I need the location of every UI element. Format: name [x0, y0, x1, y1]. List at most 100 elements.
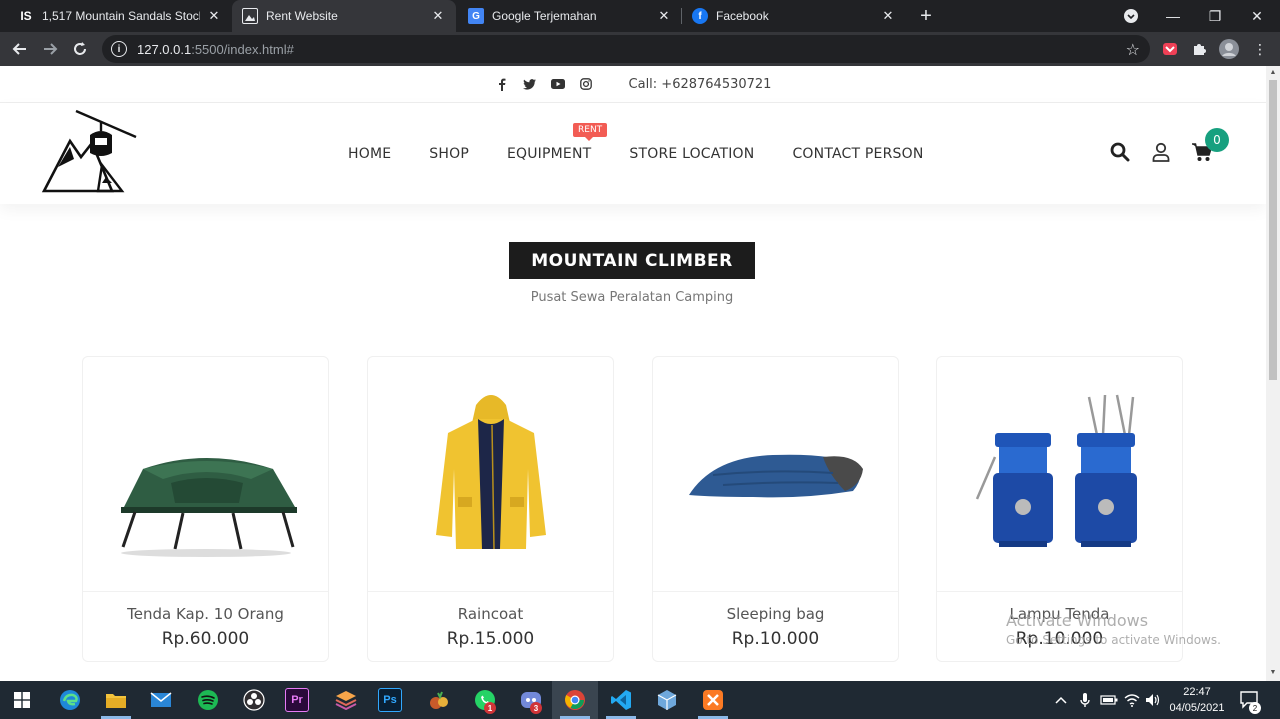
- page-scrollbar[interactable]: ▲ ▼: [1266, 66, 1280, 681]
- activate-windows-watermark: Activate Windows Go to Settings to activ…: [1006, 611, 1221, 647]
- obs-icon[interactable]: [239, 685, 269, 715]
- tab-title: Facebook: [716, 9, 769, 23]
- mail-icon[interactable]: [146, 685, 176, 715]
- chrome-icon[interactable]: [560, 685, 590, 715]
- site-header: HOME SHOP EQUIPMENT STORE LOCATION CONTA…: [0, 103, 1266, 204]
- product-card[interactable]: Tenda Kap. 10 Orang Rp.60.000: [82, 356, 329, 662]
- nav-home[interactable]: HOME: [348, 146, 391, 162]
- product-name[interactable]: Tenda Kap. 10 Orang: [83, 605, 328, 623]
- minimize-button[interactable]: —: [1152, 0, 1194, 32]
- whatsapp-icon[interactable]: 1: [470, 685, 500, 715]
- product-image[interactable]: [937, 357, 1182, 592]
- close-window-button[interactable]: ✕: [1236, 0, 1278, 32]
- scrollbar-thumb[interactable]: [1269, 80, 1277, 380]
- product-price: Rp.60.000: [161, 629, 250, 649]
- discord-badge: 3: [530, 702, 542, 714]
- browser-tab-strip: IS 1,517 Mountain Sandals Stock Ph ✕ Ren…: [0, 0, 1280, 32]
- mountain-cable-car-logo[interactable]: [40, 107, 140, 193]
- close-tab-icon[interactable]: ✕: [880, 8, 896, 24]
- search-icon[interactable]: [1109, 141, 1131, 163]
- system-clock[interactable]: 22:47 04/05/2021: [1162, 684, 1232, 716]
- discord-icon[interactable]: 3: [516, 685, 546, 715]
- tab-title: 1,517 Mountain Sandals Stock Ph: [42, 9, 200, 23]
- restore-button[interactable]: ❐: [1194, 0, 1236, 32]
- pocket-extension-icon[interactable]: [1160, 39, 1180, 59]
- tab-google-translate[interactable]: G Google Terjemahan ✕: [458, 0, 682, 32]
- call-number: Call: +628764530721: [628, 76, 772, 92]
- product-card[interactable]: Sleeping bag Rp.10.000: [652, 356, 899, 662]
- twitter-icon[interactable]: [523, 77, 537, 91]
- back-button[interactable]: [8, 37, 32, 61]
- image-favicon-icon: [242, 8, 258, 24]
- facebook-icon[interactable]: [495, 77, 509, 91]
- windows-start-icon[interactable]: [7, 685, 37, 715]
- instagram-icon[interactable]: [579, 77, 593, 91]
- forward-button[interactable]: [38, 37, 62, 61]
- top-info-bar: Call: +628764530721: [0, 66, 1266, 103]
- volume-icon[interactable]: [1145, 681, 1161, 719]
- profile-avatar-icon[interactable]: [1219, 39, 1239, 59]
- web-page: Call: +628764530721 HOME SHOP EQUIPMENT …: [0, 66, 1266, 681]
- tent-lamp-image: [975, 394, 1137, 547]
- premiere-pro-icon[interactable]: Pr: [285, 688, 309, 712]
- edge-icon[interactable]: [55, 685, 85, 715]
- notification-count: 2: [1249, 702, 1261, 714]
- tab-search-button[interactable]: [1110, 0, 1152, 32]
- sleeping-bag-image: [689, 454, 863, 498]
- tab-title: Rent Website: [266, 9, 338, 23]
- product-name[interactable]: Sleeping bag: [653, 605, 898, 623]
- product-image[interactable]: [83, 357, 328, 592]
- xampp-icon[interactable]: [698, 685, 728, 715]
- microphone-icon[interactable]: [1080, 681, 1090, 719]
- virtualbox-icon[interactable]: [652, 685, 682, 715]
- notification-center-icon[interactable]: 2: [1240, 681, 1261, 719]
- nav-contact-person[interactable]: CONTACT PERSON: [792, 146, 923, 162]
- bookmark-star-icon[interactable]: ☆: [1126, 40, 1140, 60]
- battery-icon[interactable]: [1100, 681, 1118, 719]
- product-image[interactable]: [653, 357, 898, 592]
- social-links: [495, 77, 593, 91]
- close-tab-icon[interactable]: ✕: [430, 8, 446, 24]
- tab-stock-photos[interactable]: IS 1,517 Mountain Sandals Stock Ph ✕: [8, 0, 232, 32]
- nav-store-location[interactable]: STORE LOCATION: [629, 146, 754, 162]
- whatsapp-badge: 1: [484, 702, 496, 714]
- product-name[interactable]: Raincoat: [368, 605, 613, 623]
- game-app-icon[interactable]: [424, 685, 454, 715]
- translate-favicon-icon: G: [468, 8, 484, 24]
- close-tab-icon[interactable]: ✕: [656, 8, 672, 24]
- cart-count-badge: 0: [1205, 128, 1229, 152]
- youtube-icon[interactable]: [550, 77, 565, 91]
- clock-date: 04/05/2021: [1169, 702, 1225, 714]
- site-info-icon[interactable]: i: [111, 41, 127, 57]
- tab-rent-website[interactable]: Rent Website ✕: [232, 0, 456, 32]
- hero-subtitle: Pusat Sewa Peralatan Camping: [530, 290, 734, 305]
- vscode-icon[interactable]: [606, 685, 636, 715]
- windows-taskbar: Pr Ps 1 3 22:47 04/05/2021 2: [0, 681, 1280, 719]
- close-tab-icon[interactable]: ✕: [206, 8, 222, 24]
- tab-facebook[interactable]: f Facebook ✕: [682, 0, 906, 32]
- spotify-icon[interactable]: [193, 685, 223, 715]
- reload-button[interactable]: [68, 37, 92, 61]
- rent-badge: RENT: [573, 123, 608, 141]
- user-account-icon[interactable]: [1150, 141, 1172, 163]
- hero-title: MOUNTAIN CLIMBER: [509, 242, 755, 279]
- scroll-down-icon[interactable]: ▼: [1269, 669, 1277, 677]
- product-card[interactable]: Raincoat Rp.15.000: [367, 356, 614, 662]
- wifi-icon[interactable]: [1124, 681, 1140, 719]
- browser-menu-icon[interactable]: ⋮: [1250, 39, 1270, 59]
- product-image[interactable]: [368, 357, 613, 592]
- watermark-title: Activate Windows: [1006, 611, 1149, 630]
- layers-app-icon[interactable]: [331, 685, 361, 715]
- product-price: Rp.15.000: [446, 629, 535, 649]
- address-bar[interactable]: i 127.0.0.1:5500/index.html# ☆: [102, 35, 1150, 63]
- raincoat-image: [436, 395, 546, 550]
- extensions-puzzle-icon[interactable]: [1189, 39, 1209, 59]
- photoshop-icon[interactable]: Ps: [378, 688, 402, 712]
- nav-shop[interactable]: SHOP: [429, 146, 469, 162]
- file-explorer-icon[interactable]: [101, 685, 131, 715]
- new-tab-button[interactable]: +: [914, 4, 938, 28]
- main-navigation: HOME SHOP EQUIPMENT STORE LOCATION CONTA…: [348, 146, 924, 162]
- show-hidden-icons[interactable]: [1055, 681, 1067, 719]
- scroll-up-icon[interactable]: ▲: [1269, 69, 1277, 77]
- nav-equipment[interactable]: EQUIPMENT: [507, 146, 591, 162]
